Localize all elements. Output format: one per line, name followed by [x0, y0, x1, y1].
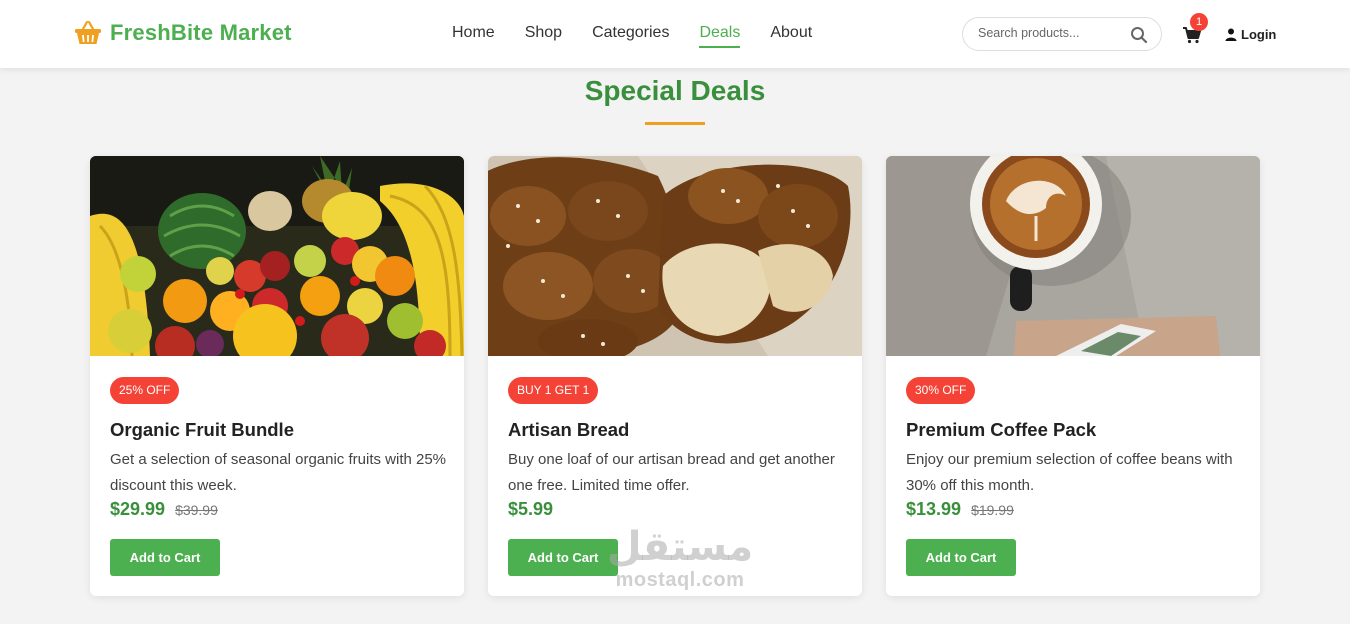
title-underline — [645, 122, 705, 125]
section-title: Special Deals — [584, 75, 766, 106]
card-description: Get a selection of seasonal organic frui… — [110, 451, 447, 494]
search-box — [962, 17, 1162, 51]
price-row: $13.99 $19.99 — [906, 499, 1014, 520]
add-to-cart-button[interactable]: Add to Cart — [110, 539, 220, 576]
card-title: Organic Fruit Bundle — [110, 419, 294, 440]
search-input[interactable] — [978, 26, 1128, 40]
deal-card: 30% OFF Premium Coffee Pack Enjoy our pr… — [886, 156, 1260, 596]
nav-categories[interactable]: Categories — [592, 24, 669, 46]
card-title: Artisan Bread — [508, 419, 630, 440]
brand-logo[interactable]: FreshBite Market — [74, 20, 292, 46]
nav-deals[interactable]: Deals — [699, 24, 740, 48]
old-price: $39.99 — [175, 502, 218, 518]
price-row: $29.99 $39.99 — [110, 499, 218, 520]
brand-name: FreshBite Market — [110, 20, 292, 45]
braided-bread-photo — [488, 156, 862, 356]
watermark: مستقل mostaql.com — [590, 525, 770, 591]
add-to-cart-button[interactable]: Add to Cart — [906, 539, 1016, 576]
old-price: $19.99 — [971, 502, 1014, 518]
watermark-arabic: مستقل — [606, 524, 754, 570]
login-link[interactable]: Login — [1225, 27, 1276, 42]
basket-icon — [75, 20, 101, 44]
price-row: $5.99 — [508, 499, 553, 520]
card-description: Buy one loaf of our artisan bread and ge… — [508, 451, 835, 494]
login-label: Login — [1241, 27, 1277, 42]
coffee-cup-photo — [886, 156, 1260, 356]
discount-badge: 25% OFF — [110, 377, 180, 404]
deal-card: 25% OFF Organic Fruit Bundle Get a selec… — [90, 156, 464, 596]
main-nav: Home Shop Categories Deals About — [452, 24, 842, 48]
card-title: Premium Coffee Pack — [906, 419, 1097, 440]
nav-shop[interactable]: Shop — [525, 24, 562, 46]
search-icon[interactable] — [1130, 26, 1148, 44]
discount-badge: 30% OFF — [906, 377, 976, 404]
nav-about[interactable]: About — [770, 24, 812, 46]
current-price: $13.99 — [906, 499, 962, 519]
fruit-assortment-photo — [90, 156, 464, 356]
cart-count-badge: 1 — [1190, 13, 1208, 31]
nav-home[interactable]: Home — [452, 24, 495, 46]
card-description: Enjoy our premium selection of coffee be… — [906, 451, 1233, 494]
user-icon — [1225, 28, 1237, 41]
site-header: FreshBite Market Home Shop Categories De… — [0, 0, 1350, 68]
offer-badge: BUY 1 GET 1 — [508, 377, 599, 404]
current-price: $5.99 — [508, 499, 554, 519]
watermark-latin: mostaql.com — [615, 569, 745, 591]
current-price: $29.99 — [110, 499, 166, 519]
